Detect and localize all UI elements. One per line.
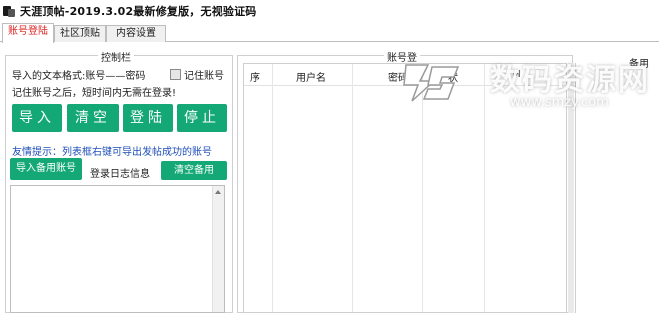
- login-log-label: 登录日志信息: [90, 169, 150, 180]
- log-scrollbar[interactable]: [212, 186, 224, 312]
- tab-account-login[interactable]: 账号登陆: [2, 23, 54, 43]
- import-backup-button[interactable]: 导入备用账号: [10, 158, 82, 180]
- tab-content-settings[interactable]: 内容设置: [106, 25, 166, 42]
- control-panel-title: 控制栏: [98, 49, 134, 64]
- login-button[interactable]: 登陆: [123, 104, 173, 132]
- watermark-text: 数码资源网: [490, 63, 650, 98]
- watermark-logo: [403, 64, 460, 102]
- tab-strip: 账号登陆 社区顶贴 内容设置: [0, 22, 659, 43]
- friendly-tip: 友情提示：列表框右键可导出发帖成功的账号: [12, 147, 212, 158]
- import-button[interactable]: 导入: [12, 104, 62, 132]
- remember-account-checkbox[interactable]: [170, 69, 181, 80]
- clear-backup-button[interactable]: 清空备用: [161, 161, 227, 180]
- remember-account-label: 记住账号: [184, 71, 224, 82]
- remember-hint: 记住账号之后，短时间内无需在登录!: [12, 88, 177, 99]
- format-instruction: 导入的文本格式:账号——密码: [12, 71, 146, 82]
- remember-account-option[interactable]: 记住账号: [170, 67, 224, 82]
- watermark-url: www.smzy.com: [510, 95, 609, 110]
- column-username[interactable]: 用户名: [296, 69, 326, 84]
- column-index[interactable]: 序: [250, 69, 260, 84]
- app-icon: [2, 4, 16, 18]
- window-title: 天涯顶帖-2019.3.02最新修复版，无视验证码: [20, 5, 257, 18]
- stop-button[interactable]: 停止: [177, 104, 227, 132]
- title-bar: 天涯顶帖-2019.3.02最新修复版，无视验证码: [0, 0, 659, 22]
- login-log-textarea[interactable]: [10, 185, 225, 313]
- clear-button[interactable]: 清空: [67, 104, 119, 132]
- scroll-up-icon[interactable]: [215, 190, 221, 194]
- tab-community-bump[interactable]: 社区顶贴: [54, 25, 106, 42]
